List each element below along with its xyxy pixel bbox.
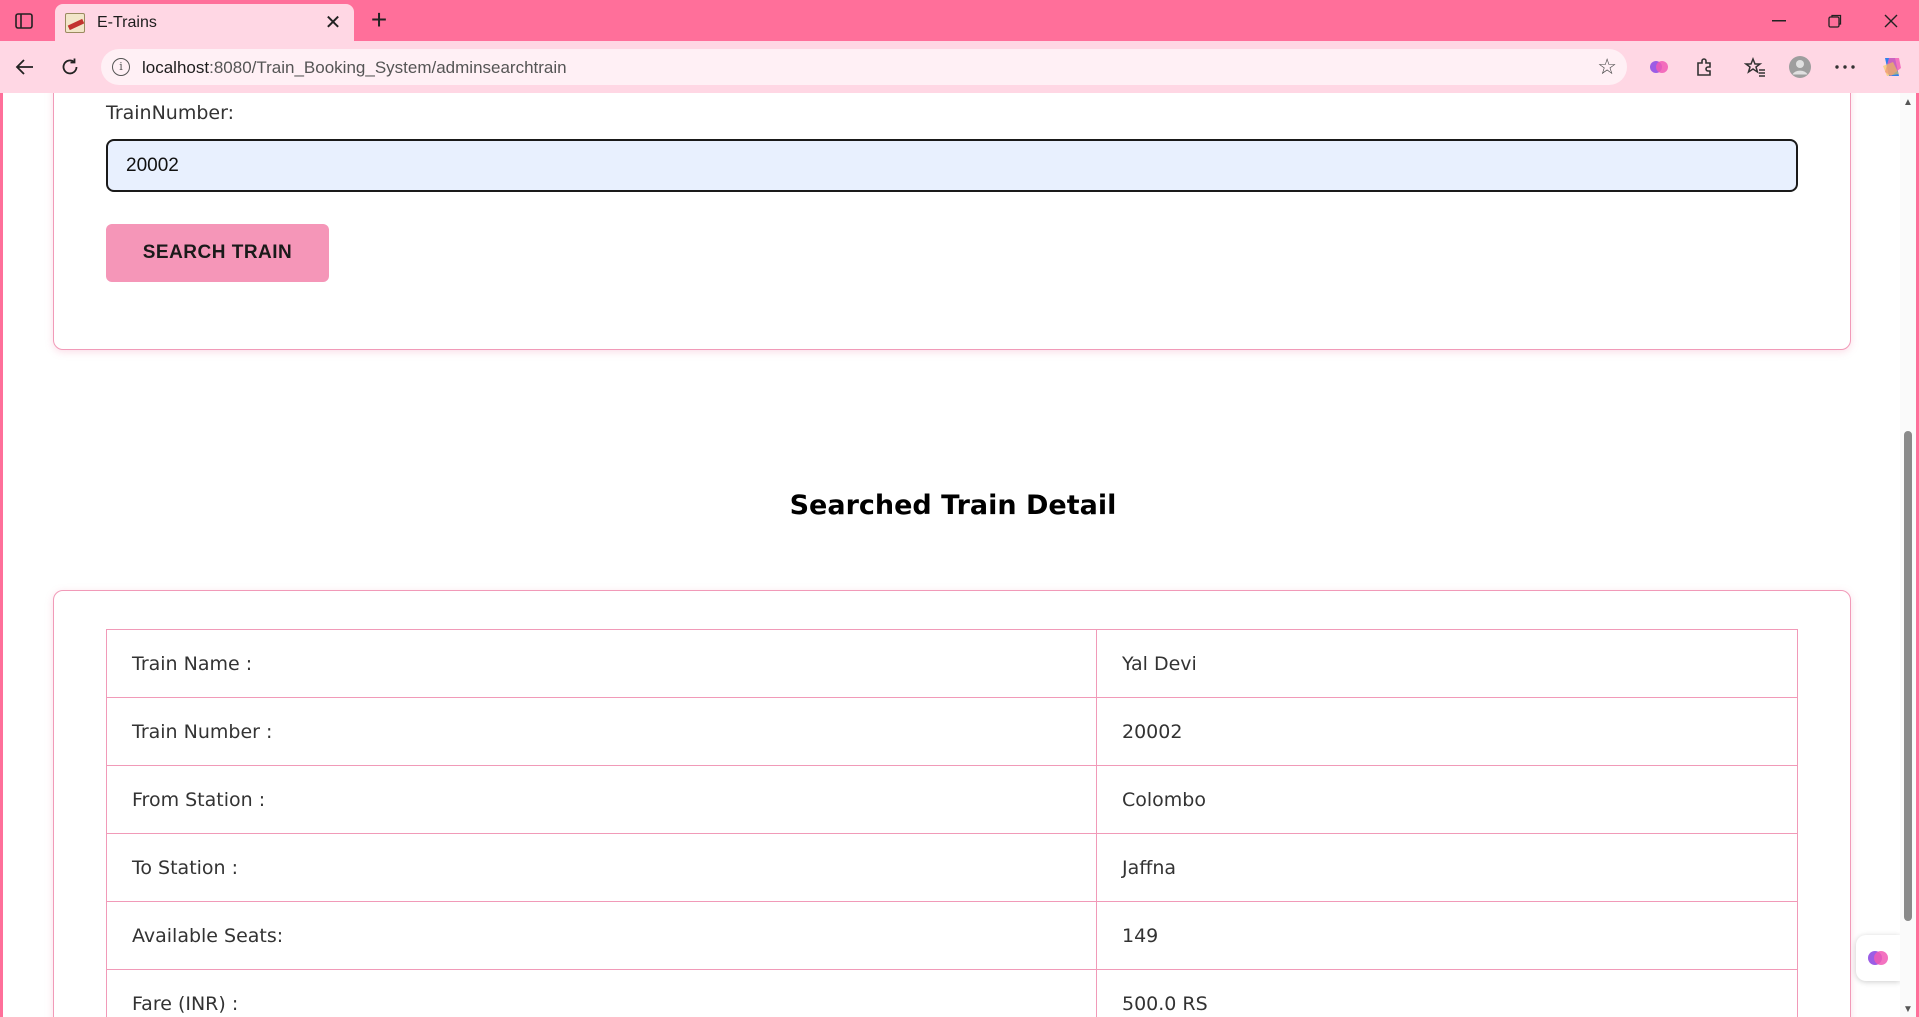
search-train-button[interactable]: SEARCH TRAIN (106, 224, 329, 282)
scroll-down-arrow-icon[interactable]: ▼ (1903, 1004, 1913, 1015)
row-key: Train Name : (106, 629, 1097, 698)
table-row: Train Name : Yal Devi (106, 629, 1798, 698)
row-key: Train Number : (106, 697, 1097, 766)
train-number-input[interactable] (106, 139, 1798, 192)
table-row: To Station : Jaffna (106, 833, 1798, 902)
page-content: TrainNumber: SEARCH TRAIN Searched Train… (0, 93, 1919, 1017)
profile-icon[interactable] (1784, 51, 1816, 83)
copilot-icon[interactable] (1876, 51, 1908, 83)
scroll-thumb[interactable] (1904, 431, 1912, 921)
browser-toolbar: i localhost:8080/Train_Booking_System/ad… (0, 41, 1919, 93)
tab-title: E-Trains (97, 13, 157, 31)
window-close-icon[interactable] (1863, 0, 1919, 41)
info-icon[interactable]: i (112, 58, 130, 76)
copilot-brain-icon[interactable] (1643, 51, 1675, 83)
url-host: localhost (142, 58, 210, 77)
vertical-scrollbar[interactable]: ▲ ▼ (1900, 93, 1916, 1017)
row-value: Yal Devi (1096, 629, 1798, 698)
search-card: TrainNumber: SEARCH TRAIN (53, 93, 1851, 350)
row-key: Fare (INR) : (106, 969, 1097, 1017)
train-number-label: TrainNumber: (106, 102, 234, 124)
favorites-list-icon[interactable] (1739, 51, 1771, 83)
row-value: 149 (1096, 901, 1798, 970)
url-path: :8080/Train_Booking_System/adminsearchtr… (209, 58, 567, 77)
table-row: Fare (INR) : 500.0 RS (106, 969, 1798, 1017)
scroll-up-arrow-icon[interactable]: ▲ (1903, 97, 1913, 108)
row-value: Colombo (1096, 765, 1798, 834)
window-controls (1751, 0, 1919, 41)
close-icon[interactable]: ✕ (322, 10, 344, 35)
star-icon[interactable]: ☆ (1597, 54, 1617, 80)
train-favicon-icon (65, 12, 85, 33)
address-bar[interactable]: i localhost:8080/Train_Booking_System/ad… (101, 49, 1627, 85)
row-value: Jaffna (1096, 833, 1798, 902)
browser-tab-bar: E-Trains ✕ + (0, 0, 1919, 41)
row-value: 500.0 RS (1096, 969, 1798, 1017)
row-value: 20002 (1096, 697, 1798, 766)
table-row: Available Seats: 149 (106, 901, 1798, 970)
puzzle-icon[interactable] (1688, 51, 1720, 83)
table-row: From Station : Colombo (106, 765, 1798, 834)
results-title: Searched Train Detail (789, 490, 1117, 521)
results-card: Train Name : Yal Devi Train Number : 200… (53, 590, 1851, 1017)
restore-icon[interactable] (1807, 0, 1863, 41)
plus-icon[interactable]: + (364, 6, 394, 36)
copilot-floating-icon[interactable] (1856, 935, 1900, 981)
reload-icon[interactable] (54, 51, 86, 83)
back-arrow-icon[interactable] (9, 51, 41, 83)
row-key: To Station : (106, 833, 1097, 902)
row-key: From Station : (106, 765, 1097, 834)
browser-tab[interactable]: E-Trains ✕ (55, 4, 354, 41)
table-row: Train Number : 20002 (106, 697, 1798, 766)
row-key: Available Seats: (106, 901, 1097, 970)
url-text: localhost:8080/Train_Booking_System/admi… (142, 58, 567, 78)
more-icon[interactable] (1829, 51, 1861, 83)
minimize-icon[interactable] (1751, 0, 1807, 41)
sidebar-toggle-icon[interactable] (10, 9, 38, 33)
train-detail-table: Train Name : Yal Devi Train Number : 200… (106, 629, 1798, 1017)
